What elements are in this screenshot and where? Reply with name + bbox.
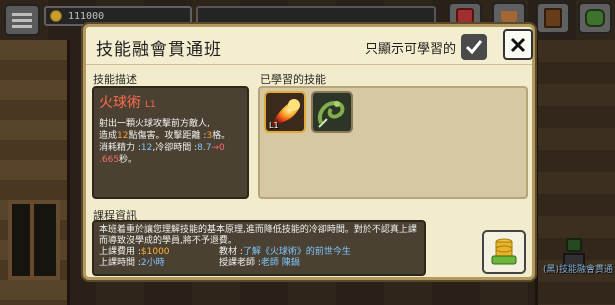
mp-cost-value: 12 bbox=[140, 143, 153, 153]
arrow: → bbox=[211, 143, 219, 153]
material-field: 教材 :了解《火球術》的前世今生 bbox=[219, 247, 351, 258]
desc-text: 消耗精力 : bbox=[99, 143, 141, 153]
desc-text: 格。 bbox=[212, 131, 231, 141]
cooldown-value: 8.7 bbox=[197, 143, 212, 153]
fee-label: 上課費用 : bbox=[99, 247, 141, 257]
cooldown-next-value-cont: .665 bbox=[99, 155, 120, 165]
skill-class-dialog: 技能融會貫通班 只顯示可學習的 技能描述 火球術 L1 射出一顆火球攻擊前方敵人,… bbox=[83, 24, 535, 280]
fee-value: $1000 bbox=[140, 247, 170, 257]
course-info-panel: 本班着重於讓您理解技能的基本原理,進而降低技能的冷卻時間。對於不認真上課而導致沒… bbox=[92, 220, 426, 276]
desc-text: 點傷害。攻擊距離 : bbox=[128, 131, 207, 141]
skill-slot-serpent[interactable] bbox=[311, 91, 353, 133]
teacher-label: 授課老師 : bbox=[219, 258, 261, 268]
time-label: 上課時間 : bbox=[99, 258, 141, 268]
filter-learnable-checkbox[interactable] bbox=[461, 34, 487, 60]
skill-description-panel: 火球術 L1 射出一顆火球攻擊前方敵人, 造成12點傷害。攻擊距離 :3格。 消耗… bbox=[92, 86, 249, 199]
course-row-time: 上課時間 :2小時 授課老師 :老師 陳鍋 bbox=[99, 258, 419, 269]
dialog-header: 技能融會貫通班 只顯示可學習的 bbox=[86, 27, 533, 65]
time-value: 2小時 bbox=[140, 258, 165, 268]
skill-name: 火球術 bbox=[99, 95, 141, 111]
skill-slot-level: L1 bbox=[269, 121, 279, 130]
material-label: 教材 : bbox=[219, 247, 243, 257]
time-field: 上課時間 :2小時 bbox=[99, 258, 219, 269]
coin-stack-icon bbox=[491, 238, 517, 265]
checkmark-icon bbox=[465, 40, 483, 55]
course-description: 本班着重於讓您理解技能的基本原理,進而降低技能的冷卻時間。對於不認真上課而導致沒… bbox=[99, 225, 417, 246]
fee-field: 上課費用 :$1000 bbox=[99, 247, 219, 258]
filter-learnable-label: 只顯示可學習的 bbox=[365, 42, 457, 57]
course-row-fee: 上課費用 :$1000 教材 :了解《火球術》的前世今生 bbox=[99, 247, 419, 258]
skill-slot-fireball[interactable]: L1 bbox=[264, 91, 306, 133]
close-button[interactable] bbox=[503, 29, 533, 60]
material-value: 了解《火球術》的前世今生 bbox=[242, 247, 351, 257]
serpent-skill-icon bbox=[318, 100, 345, 128]
pay-tuition-button[interactable] bbox=[482, 230, 526, 274]
close-icon bbox=[510, 37, 526, 52]
damage-value: 12 bbox=[117, 131, 129, 141]
skill-level: L1 bbox=[145, 100, 156, 110]
desc-text: 秒。 bbox=[119, 155, 138, 165]
dialog-title: 技能融會貫通班 bbox=[96, 40, 222, 60]
skill-description-label: 技能描述 bbox=[93, 73, 137, 86]
skill-description-text: 射出一顆火球攻擊前方敵人, 造成12點傷害。攻擊距離 :3格。 消耗精力 :12… bbox=[99, 118, 242, 166]
learned-skills-panel: L1 bbox=[258, 86, 528, 199]
teacher-field: 授課老師 :老師 陳鍋 bbox=[219, 258, 300, 269]
desc-text: 造成 bbox=[99, 131, 118, 141]
desc-text: ,冷卻時間 : bbox=[152, 143, 198, 153]
skill-title: 火球術 L1 bbox=[99, 92, 242, 112]
teacher-value: 老師 陳鍋 bbox=[260, 258, 300, 268]
learned-skills-label: 已學習的技能 bbox=[260, 73, 326, 86]
cooldown-next-value: 0 bbox=[219, 143, 225, 153]
desc-line: 射出一顆火球攻擊前方敵人, bbox=[99, 119, 210, 129]
